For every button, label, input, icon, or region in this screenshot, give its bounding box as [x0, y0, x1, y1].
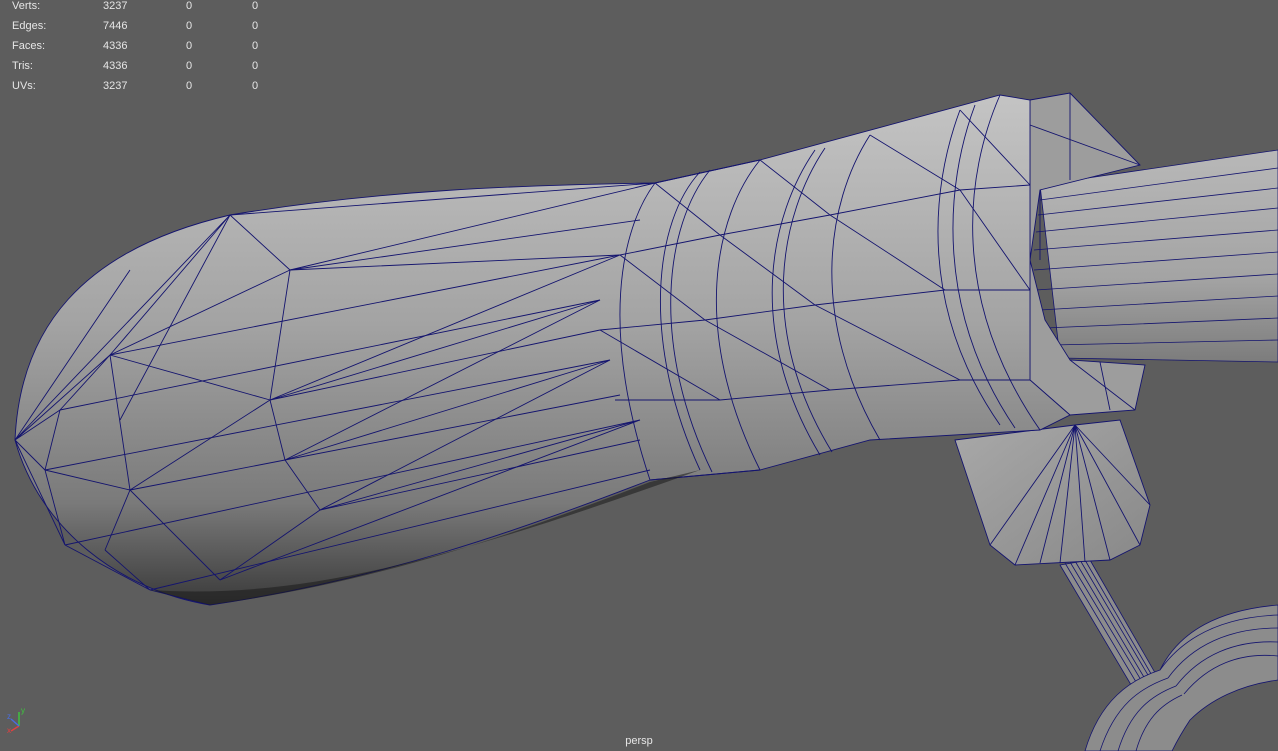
hud-value: 4336: [103, 40, 128, 52]
tube-mesh: [1059, 559, 1278, 751]
hud-row-tris: Tris: 4336 0 0: [0, 60, 280, 80]
handle-mesh: [14, 94, 1071, 606]
axis-gizmo-icon: y z x: [7, 706, 25, 734]
hud-value: 7446: [103, 20, 128, 32]
hud-row-faces: Faces: 4336 0 0: [0, 40, 280, 60]
hud-selected-uv: 0: [252, 60, 259, 72]
hud-selected-uv: 0: [252, 0, 259, 12]
hud-selected: 0: [186, 0, 193, 12]
hud-selected: 0: [186, 20, 193, 32]
hud-value: 3237: [103, 0, 128, 12]
bracket-mesh: [954, 419, 1151, 566]
hud-label: Edges:: [12, 20, 47, 32]
hud-selected-uv: 0: [252, 40, 259, 52]
viewport-persp[interactable]: Verts: 3237 0 0 Edges: 7446 0 0 Faces: 4…: [0, 0, 1278, 751]
hud-selected-uv: 0: [252, 80, 259, 92]
hud-selected: 0: [186, 40, 193, 52]
axis-z-label: z: [7, 712, 11, 721]
scene-mesh[interactable]: [0, 0, 1278, 751]
axis-x-label: x: [7, 726, 11, 734]
hud-value: 4336: [103, 60, 128, 72]
hud-row-uvs: UVs: 3237 0 0: [0, 80, 280, 100]
hud-label: UVs:: [12, 80, 36, 92]
poly-count-hud: Verts: 3237 0 0 Edges: 7446 0 0 Faces: 4…: [0, 0, 280, 100]
camera-name-label: persp: [625, 735, 653, 747]
hud-label: Verts:: [12, 0, 41, 12]
hud-selected: 0: [186, 60, 193, 72]
axis-y-label: y: [21, 706, 25, 715]
hud-selected-uv: 0: [252, 20, 259, 32]
hud-row-verts: Verts: 3237 0 0: [0, 0, 280, 20]
hud-label: Tris:: [12, 60, 33, 72]
hud-label: Faces:: [12, 40, 46, 52]
hud-selected: 0: [186, 80, 193, 92]
hud-value: 3237: [103, 80, 128, 92]
hud-row-edges: Edges: 7446 0 0: [0, 20, 280, 40]
